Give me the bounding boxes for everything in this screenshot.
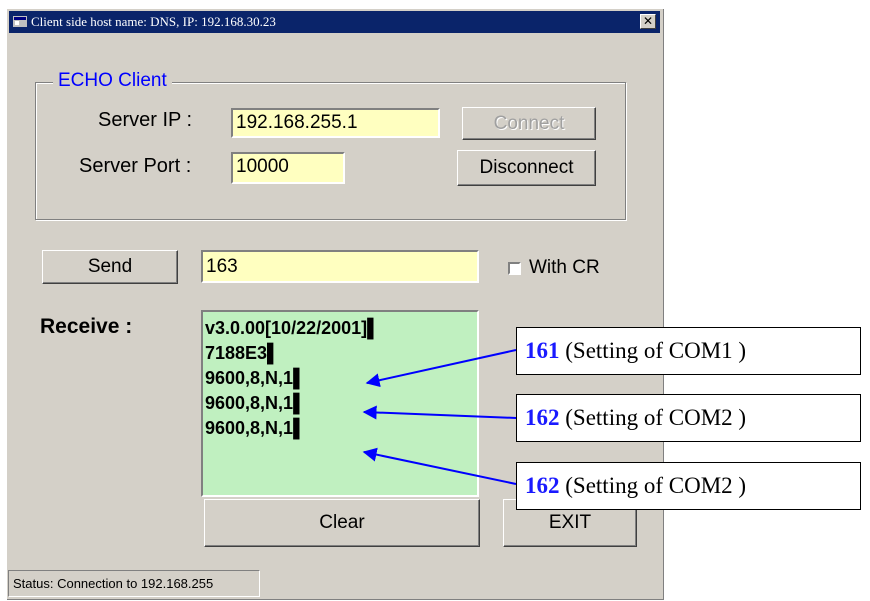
close-icon[interactable]: ✕ xyxy=(640,14,656,29)
connect-button[interactable]: Connect xyxy=(462,107,596,140)
callout-number: 161 xyxy=(525,338,560,363)
server-ip-label: Server IP : xyxy=(98,109,193,131)
callout-text: (Setting of COM2 ) xyxy=(559,405,747,430)
disconnect-button[interactable]: Disconnect xyxy=(457,150,596,186)
callout-text: (Setting of COM2 ) xyxy=(559,473,747,498)
app-icon xyxy=(13,16,27,27)
clear-button[interactable]: Clear xyxy=(204,499,480,547)
server-port-label: Server Port : xyxy=(79,155,192,177)
receive-box[interactable]: v3.0.00[10/22/2001]▌ 7188E3▌ 9600,8,N,1▌… xyxy=(201,310,479,497)
with-cr-checkbox[interactable] xyxy=(508,262,521,275)
callout-number: 162 xyxy=(525,405,560,430)
title-bar[interactable]: Client side host name: DNS, IP: 192.168.… xyxy=(9,11,660,33)
receive-line: 9600,8,N,1▌ xyxy=(205,393,306,413)
callout-com2: 162 (Setting of COM2 ) xyxy=(516,394,861,442)
callout-com1: 161 (Setting of COM1 ) xyxy=(516,327,861,375)
window-title: Client side host name: DNS, IP: 192.168.… xyxy=(31,14,276,29)
receive-line: v3.0.00[10/22/2001]▌ xyxy=(205,318,380,338)
receive-line: 9600,8,N,1▌ xyxy=(205,368,306,388)
callout-text: (Setting of COM1 ) xyxy=(559,338,747,363)
server-ip-input[interactable]: 192.168.255.1 xyxy=(231,108,440,138)
receive-label: Receive : xyxy=(40,315,133,338)
receive-line: 7188E3▌ xyxy=(205,343,280,363)
group-legend: ECHO Client xyxy=(53,70,172,92)
receive-line: 9600,8,N,1▌ xyxy=(205,418,306,438)
server-port-input[interactable]: 10000 xyxy=(231,152,345,184)
callout-number: 162 xyxy=(525,473,560,498)
send-input[interactable]: 163 xyxy=(201,250,479,283)
callout-com2-b: 162 (Setting of COM2 ) xyxy=(516,462,861,510)
send-button[interactable]: Send xyxy=(42,250,178,284)
status-bar: Status: Connection to 192.168.255 xyxy=(8,570,260,597)
with-cr-label: With CR xyxy=(529,257,600,278)
